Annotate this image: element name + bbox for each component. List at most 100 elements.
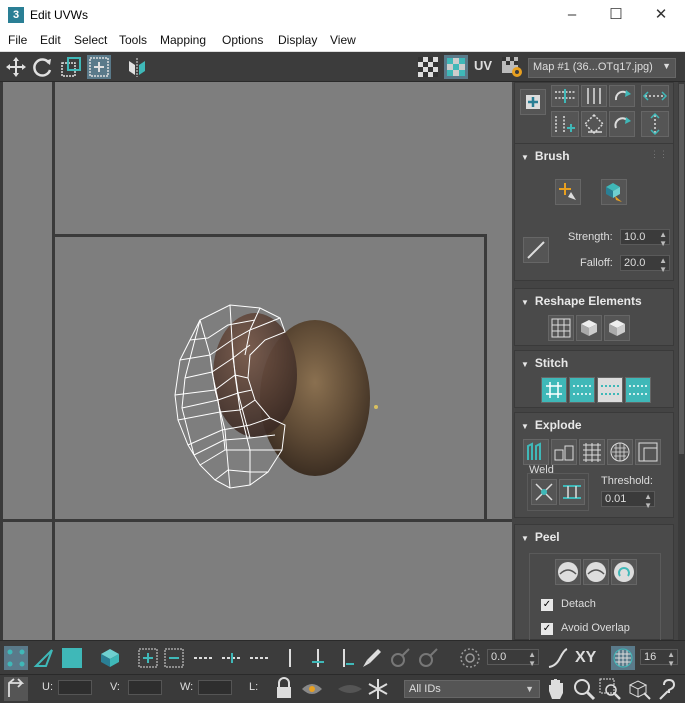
menu-tools[interactable]: Tools bbox=[119, 33, 147, 47]
lock-icon[interactable] bbox=[274, 677, 294, 699]
grid-size-spinner[interactable]: 16 ▲ ▼ bbox=[640, 649, 678, 668]
freeform-icon[interactable] bbox=[87, 55, 111, 79]
w-field[interactable] bbox=[198, 680, 232, 695]
weld-target-button[interactable] bbox=[559, 479, 585, 505]
spinner-arrows-icon[interactable]: ▲ ▼ bbox=[659, 230, 667, 248]
loop-grow-icon[interactable] bbox=[220, 646, 244, 670]
v-field[interactable] bbox=[128, 680, 162, 695]
menu-view[interactable]: View bbox=[330, 33, 356, 47]
peel-reset-button[interactable] bbox=[611, 559, 637, 585]
flatten-by-material-button[interactable] bbox=[635, 439, 661, 465]
show-map-icon[interactable] bbox=[444, 55, 468, 79]
ring-shrink-icon[interactable] bbox=[334, 646, 358, 670]
detach-edge-button[interactable] bbox=[551, 439, 577, 465]
minimize-button[interactable]: – bbox=[562, 5, 582, 25]
brush-relax-button[interactable] bbox=[601, 179, 627, 205]
loop-shrink-icon[interactable] bbox=[248, 646, 272, 670]
panel-scrollbar[interactable] bbox=[678, 82, 685, 640]
grid-reshape-button[interactable] bbox=[548, 315, 574, 341]
zoom-icon[interactable] bbox=[572, 677, 596, 701]
detach-checkbox[interactable]: ✓ bbox=[541, 599, 553, 611]
weld-selected-button[interactable] bbox=[531, 479, 557, 505]
paint-shrink-icon[interactable] bbox=[416, 646, 440, 670]
mirror-icon[interactable] bbox=[125, 55, 149, 79]
rotate-ccw-button[interactable] bbox=[609, 85, 635, 107]
soft-select-icon[interactable] bbox=[458, 646, 482, 670]
grid-snap-icon[interactable] bbox=[611, 646, 635, 670]
scale-icon[interactable] bbox=[59, 55, 83, 79]
straighten-element-button[interactable] bbox=[604, 315, 630, 341]
menu-edit[interactable]: Edit bbox=[40, 33, 61, 47]
help-icon[interactable] bbox=[656, 677, 682, 701]
menu-mapping[interactable]: Mapping bbox=[160, 33, 206, 47]
move-icon[interactable] bbox=[4, 55, 28, 79]
reshape-elements-title[interactable]: ▼ Reshape Elements bbox=[521, 294, 642, 308]
edge-mode-icon[interactable] bbox=[32, 646, 56, 670]
texture-settings-icon[interactable] bbox=[500, 55, 524, 79]
uv-viewport[interactable] bbox=[0, 82, 512, 640]
uv-label[interactable]: UV bbox=[474, 58, 492, 73]
grow-selection-icon[interactable] bbox=[136, 646, 160, 670]
brush-falloff-button[interactable] bbox=[523, 237, 549, 263]
falloff-curve-icon[interactable] bbox=[546, 646, 570, 670]
space-vertical-button[interactable] bbox=[641, 111, 669, 137]
spinner-arrows-icon[interactable]: ▲ ▼ bbox=[659, 256, 667, 274]
explode-title[interactable]: ▼ Explode bbox=[521, 418, 582, 432]
ring-grow-icon[interactable] bbox=[306, 646, 330, 670]
stitch-title[interactable]: ▼ Stitch bbox=[521, 356, 568, 370]
u-field[interactable] bbox=[58, 680, 92, 695]
menu-select[interactable]: Select bbox=[74, 33, 107, 47]
zoom-region-icon[interactable] bbox=[598, 677, 622, 701]
align-horizontal-button[interactable] bbox=[551, 85, 579, 107]
straighten-button[interactable] bbox=[581, 111, 607, 137]
rotate-angle-spinner[interactable]: 0.0 ▲ ▼ bbox=[487, 649, 539, 668]
freeze-icon[interactable] bbox=[366, 677, 390, 701]
ring-select-icon[interactable] bbox=[278, 646, 302, 670]
paint-select-icon[interactable] bbox=[360, 646, 384, 670]
relax-element-button[interactable] bbox=[576, 315, 602, 341]
align-vertical-button[interactable] bbox=[581, 85, 607, 107]
threshold-spinner[interactable]: 0.01 ▲ ▼ bbox=[601, 491, 655, 510]
uv-wireframe-mesh[interactable] bbox=[170, 300, 310, 500]
paint-grow-icon[interactable] bbox=[388, 646, 412, 670]
xy-toggle[interactable]: XY bbox=[575, 649, 596, 667]
material-id-select[interactable]: All IDs ▼ bbox=[404, 680, 540, 698]
peel-title[interactable]: ▼ Peel bbox=[521, 530, 560, 544]
maximize-button[interactable]: ☐ bbox=[606, 5, 626, 25]
spinner-arrows-icon[interactable]: ▲ ▼ bbox=[644, 492, 652, 510]
align-bottom-button[interactable] bbox=[551, 111, 579, 137]
zoom-extents-icon[interactable] bbox=[626, 677, 652, 701]
absolute-relative-icon[interactable] bbox=[4, 677, 28, 701]
scrollbar-thumb[interactable] bbox=[679, 84, 684, 454]
brush-title[interactable]: ▼ Brush bbox=[521, 149, 570, 163]
hide-icon[interactable] bbox=[336, 679, 364, 699]
vertex-mode-icon[interactable] bbox=[4, 646, 28, 670]
quick-peel-button[interactable] bbox=[555, 559, 581, 585]
space-horizontal-button[interactable] bbox=[641, 85, 669, 107]
stitch-to-target-button[interactable] bbox=[569, 377, 595, 403]
spinner-arrows-icon[interactable]: ▲ ▼ bbox=[528, 650, 536, 668]
rotate-cw-button[interactable] bbox=[609, 111, 635, 137]
show-hidden-icon[interactable] bbox=[300, 679, 324, 699]
strength-spinner[interactable]: 10.0 ▲ ▼ bbox=[620, 229, 670, 248]
falloff-spinner[interactable]: 20.0 ▲ ▼ bbox=[620, 255, 670, 274]
polygon-mode-icon[interactable] bbox=[60, 646, 84, 670]
menu-file[interactable]: File bbox=[8, 33, 27, 47]
rotate-icon[interactable] bbox=[31, 55, 55, 79]
menu-options[interactable]: Options bbox=[222, 33, 263, 47]
stitch-custom-button[interactable] bbox=[541, 377, 567, 403]
stitch-to-source-button[interactable] bbox=[625, 377, 651, 403]
shrink-selection-icon[interactable] bbox=[162, 646, 186, 670]
menu-display[interactable]: Display bbox=[278, 33, 317, 47]
checker-icon[interactable] bbox=[416, 55, 440, 79]
peel-mode-button[interactable] bbox=[583, 559, 609, 585]
flatten-by-smoothing-button[interactable] bbox=[607, 439, 633, 465]
avoid-overlap-checkbox[interactable]: ✓ bbox=[541, 623, 553, 635]
spinner-arrows-icon[interactable]: ▲ ▼ bbox=[667, 650, 675, 668]
pan-hand-icon[interactable] bbox=[546, 677, 568, 701]
break-button[interactable] bbox=[523, 439, 549, 465]
map-select[interactable]: Map #1 (36...OTq17.jpg) ▼ bbox=[528, 58, 676, 78]
transform-center-button[interactable] bbox=[520, 89, 546, 115]
brush-paint-button[interactable] bbox=[555, 179, 581, 205]
flatten-by-polygon-button[interactable] bbox=[579, 439, 605, 465]
